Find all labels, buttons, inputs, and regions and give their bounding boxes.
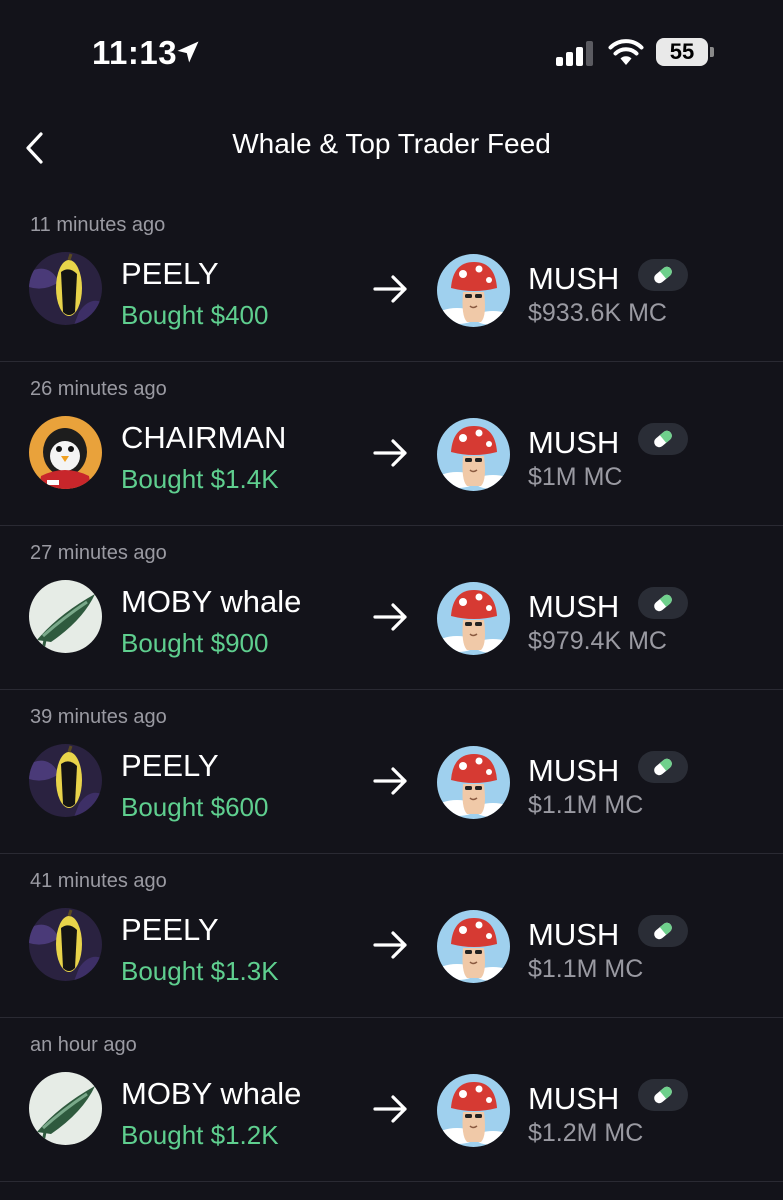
market-cap: $1.2M MC <box>528 1119 644 1147</box>
trader-avatar[interactable] <box>29 744 102 817</box>
token-avatar[interactable] <box>437 254 510 327</box>
feed-item[interactable]: 26 minutes ago CHAIRMAN Bought $1.4K MUS… <box>0 362 783 526</box>
battery-icon: 55 <box>656 38 708 66</box>
trade-amount: Bought $1.2K <box>121 1120 279 1150</box>
arrow-right-icon <box>373 767 407 795</box>
feed-item[interactable]: 11 minutes ago PEELY Bought $400 MUSH $9… <box>0 198 783 362</box>
trade-timestamp: 27 minutes ago <box>30 542 167 564</box>
trader-avatar[interactable] <box>29 416 102 489</box>
trade-amount: Bought $900 <box>121 628 269 658</box>
arrow-right-icon <box>373 1095 407 1123</box>
trader-name[interactable]: PEELY <box>121 256 219 292</box>
token-avatar[interactable] <box>437 746 510 819</box>
token-symbol[interactable]: MUSH <box>528 261 619 297</box>
feed-item[interactable]: 41 minutes ago PEELY Bought $1.3K MUSH $… <box>0 854 783 1018</box>
pill-badge[interactable] <box>638 751 688 783</box>
token-avatar[interactable] <box>437 1074 510 1147</box>
market-cap: $1M MC <box>528 463 623 491</box>
status-time: 11:13 <box>92 34 178 71</box>
token-avatar[interactable] <box>437 582 510 655</box>
location-arrow-icon <box>177 41 199 63</box>
arrow-right-icon <box>373 439 407 467</box>
token-symbol[interactable]: MUSH <box>528 1081 619 1117</box>
token-symbol[interactable]: MUSH <box>528 917 619 953</box>
token-avatar[interactable] <box>437 418 510 491</box>
trader-name[interactable]: PEELY <box>121 748 219 784</box>
trade-timestamp: 41 minutes ago <box>30 870 167 892</box>
feed-item[interactable]: 27 minutes ago MOBY whale Bought $900 MU… <box>0 526 783 690</box>
token-symbol[interactable]: MUSH <box>528 425 619 461</box>
trade-amount: Bought $1.4K <box>121 464 279 494</box>
feed-item[interactable]: 39 minutes ago PEELY Bought $600 MUSH $1… <box>0 690 783 854</box>
page-title: Whale & Top Trader Feed <box>232 128 551 159</box>
pill-icon <box>654 1086 672 1104</box>
status-bar: 11:13 55 <box>0 0 783 100</box>
arrow-right-icon <box>373 603 407 631</box>
trade-timestamp: 11 minutes ago <box>30 214 166 236</box>
pill-badge[interactable] <box>638 1079 688 1111</box>
trader-avatar[interactable] <box>29 252 102 325</box>
market-cap: $979.4K MC <box>528 627 667 655</box>
trader-name[interactable]: CHAIRMAN <box>121 420 286 456</box>
trader-avatar[interactable] <box>29 908 102 981</box>
trader-avatar[interactable] <box>29 580 102 653</box>
trader-avatar[interactable] <box>29 1072 102 1145</box>
trade-amount: Bought $400 <box>121 300 269 330</box>
pill-icon <box>654 430 672 448</box>
pill-badge[interactable] <box>638 259 688 291</box>
feed-item[interactable]: an hour ago MOBY whale Bought $1.2K MUSH… <box>0 1018 783 1182</box>
token-symbol[interactable]: MUSH <box>528 589 619 625</box>
trade-amount: Bought $1.3K <box>121 956 279 986</box>
trade-feed-list: 11 minutes ago PEELY Bought $400 MUSH $9… <box>0 198 783 1182</box>
token-symbol[interactable]: MUSH <box>528 753 619 789</box>
trader-name[interactable]: MOBY whale <box>121 584 301 620</box>
arrow-right-icon <box>373 275 407 303</box>
pill-badge[interactable] <box>638 587 688 619</box>
trade-timestamp: 39 minutes ago <box>30 706 167 728</box>
pill-icon <box>654 266 672 284</box>
cellular-signal-icon <box>556 40 596 66</box>
trade-timestamp: an hour ago <box>30 1034 137 1056</box>
trade-amount: Bought $600 <box>121 792 269 822</box>
wifi-icon <box>608 39 644 65</box>
pill-icon <box>654 922 672 940</box>
pill-icon <box>654 758 672 776</box>
pill-badge[interactable] <box>638 915 688 947</box>
market-cap: $1.1M MC <box>528 955 644 983</box>
token-avatar[interactable] <box>437 910 510 983</box>
trader-name[interactable]: PEELY <box>121 912 219 948</box>
pill-badge[interactable] <box>638 423 688 455</box>
trader-name[interactable]: MOBY whale <box>121 1076 301 1112</box>
pill-icon <box>654 594 672 612</box>
arrow-right-icon <box>373 931 407 959</box>
market-cap: $1.1M MC <box>528 791 644 819</box>
trade-timestamp: 26 minutes ago <box>30 378 167 400</box>
market-cap: $933.6K MC <box>528 299 667 327</box>
battery-tip <box>710 47 714 57</box>
